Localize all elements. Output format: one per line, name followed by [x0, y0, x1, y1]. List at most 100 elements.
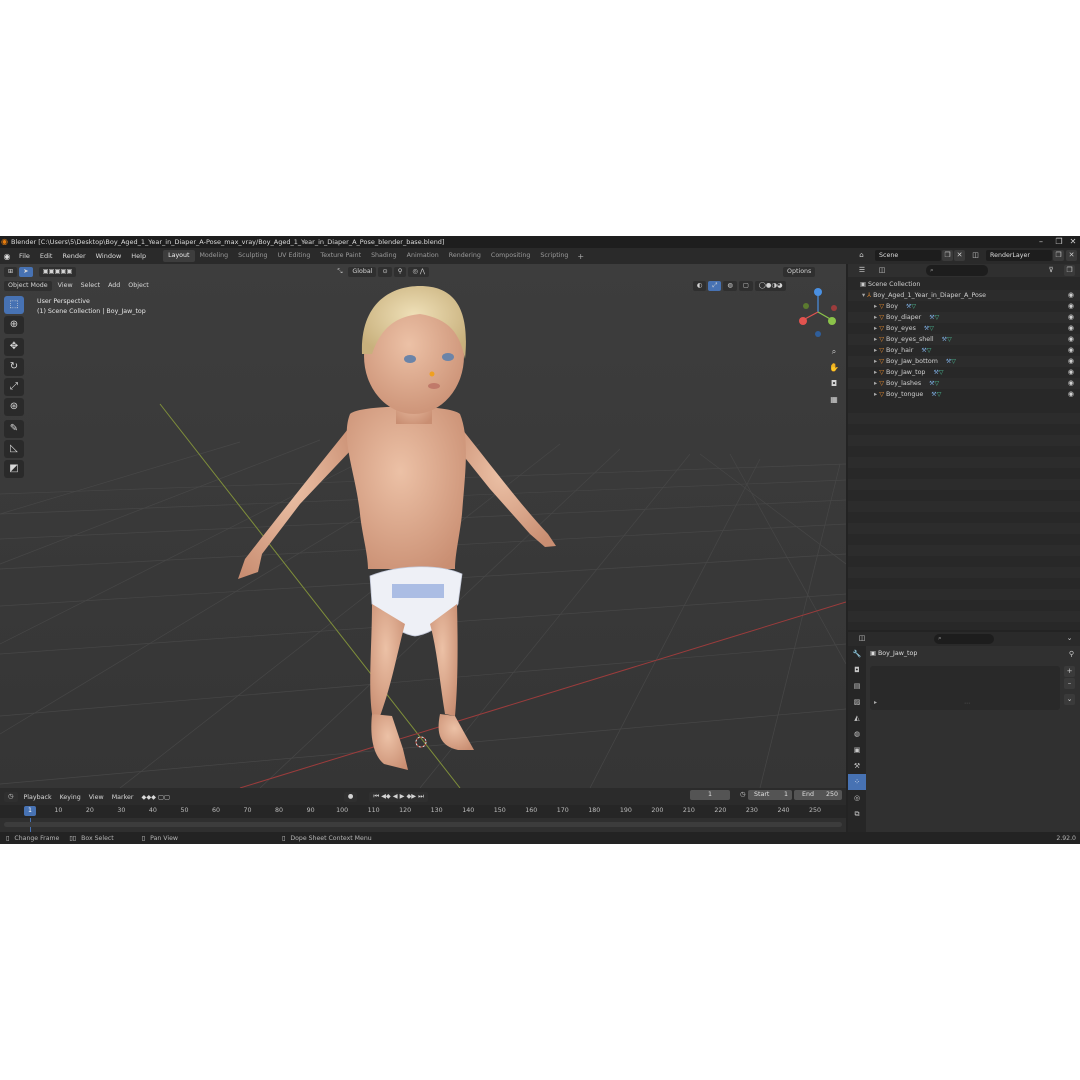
- outliner-object-row[interactable]: ▸ ▽ Boy_eyes ⚒▽ ◉: [848, 323, 1080, 334]
- pin-icon[interactable]: ⚲: [1066, 649, 1077, 660]
- menu-file[interactable]: File: [14, 248, 35, 264]
- visibility-eye-icon[interactable]: ◉: [1068, 312, 1074, 323]
- menu-help[interactable]: Help: [126, 248, 151, 264]
- menu-render[interactable]: Render: [57, 248, 90, 264]
- expand-arrow-icon[interactable]: ▸: [874, 303, 877, 310]
- shading-mode-icons[interactable]: ◯●◑◕: [754, 280, 787, 291]
- menu-marker[interactable]: Marker: [108, 794, 138, 801]
- tab-sculpting[interactable]: Sculpting: [233, 250, 272, 262]
- outliner-object-row[interactable]: ▸ ▽ Boy_hair ⚒▽ ◉: [848, 345, 1080, 356]
- keyframe-icons[interactable]: ◆◆◆ ▢▢: [137, 794, 173, 801]
- menu-select[interactable]: Select: [77, 282, 104, 289]
- expand-arrow-icon[interactable]: ▸: [874, 314, 877, 321]
- tab-animation[interactable]: Animation: [402, 250, 444, 262]
- view-layer-tab-icon[interactable]: ▨: [848, 694, 866, 710]
- visibility-eye-icon[interactable]: ◉: [1068, 356, 1074, 367]
- xray-icon[interactable]: ▢: [738, 280, 753, 291]
- modifier-tab-icon[interactable]: ⚒: [848, 758, 866, 774]
- properties-search-input[interactable]: ⌕: [934, 634, 994, 644]
- expand-arrow-icon[interactable]: ▸: [874, 391, 877, 398]
- record-icon[interactable]: ●: [343, 792, 358, 802]
- particle-systems-list[interactable]: ▸ ⋯: [870, 666, 1060, 710]
- pivot-icon[interactable]: ⊙: [378, 266, 392, 277]
- playback-controls-icons[interactable]: ⏮ ◀◆ ◀ ▶ ◆▶ ⏭: [369, 792, 428, 802]
- start-frame-field[interactable]: Start 1: [748, 790, 792, 800]
- visibility-eye-icon[interactable]: ◉: [1068, 290, 1074, 301]
- tool-tab-icon[interactable]: 🔧: [848, 646, 866, 662]
- expand-arrow-icon[interactable]: ▸: [874, 325, 877, 332]
- menu-view[interactable]: View: [54, 282, 77, 289]
- maximize-icon[interactable]: ❐: [1052, 236, 1066, 248]
- render-tab-icon[interactable]: ◘: [848, 662, 866, 678]
- delete-scene-icon[interactable]: ✕: [954, 250, 965, 261]
- scene-selector[interactable]: Scene: [875, 250, 941, 261]
- collapse-icon[interactable]: ▾: [862, 292, 865, 299]
- minimize-button[interactable]: [1029, 236, 1051, 248]
- menu-keying[interactable]: Keying: [56, 794, 85, 801]
- visibility-icon[interactable]: ◐: [692, 280, 707, 291]
- menu-edit[interactable]: Edit: [35, 248, 58, 264]
- render-layer-selector[interactable]: RenderLayer: [986, 250, 1052, 261]
- filter-icon[interactable]: ⊽: [1044, 265, 1058, 276]
- visibility-eye-icon[interactable]: ◉: [1068, 301, 1074, 312]
- select-mode-icons[interactable]: ▣▣▣▣▣: [38, 266, 77, 277]
- timeline-editor-icon[interactable]: ◷: [4, 792, 18, 802]
- visibility-eye-icon[interactable]: ◉: [1068, 345, 1074, 356]
- expand-arrow-icon[interactable]: ▸: [874, 336, 877, 343]
- object-tab-icon[interactable]: ▣: [848, 742, 866, 758]
- new-scene-icon[interactable]: ❐: [942, 250, 953, 261]
- visibility-eye-icon[interactable]: ◉: [1068, 367, 1074, 378]
- transform-orientation-icon[interactable]: ⤡: [333, 267, 346, 277]
- display-mode-icon[interactable]: ◫: [874, 265, 890, 276]
- grid-view-icon[interactable]: ▦: [828, 394, 840, 406]
- expand-icon[interactable]: ▸: [874, 699, 877, 706]
- options-dropdown[interactable]: Options: [783, 266, 816, 277]
- expand-arrow-icon[interactable]: ▸: [874, 369, 877, 376]
- outliner-object-row[interactable]: ▸ ▽ Boy_lashes ⚒▽ ◉: [848, 378, 1080, 389]
- snap-icon[interactable]: ⚲: [393, 266, 407, 277]
- outliner-parent-row[interactable]: ▾ ⅄ Boy_Aged_1_Year_in_Diaper_A_Pose ◉: [848, 290, 1080, 301]
- outliner-object-row[interactable]: ▸ ▽ Boy_Jaw_top ⚒▽ ◉: [848, 367, 1080, 378]
- zoom-icon[interactable]: ⌕: [828, 346, 840, 358]
- select-box-icon[interactable]: ⬚: [4, 296, 24, 314]
- new-collection-icon[interactable]: ❐: [1064, 265, 1075, 276]
- properties-editor-icon[interactable]: ◫: [854, 633, 870, 644]
- remove-slot-icon[interactable]: –: [1064, 678, 1075, 689]
- outliner-object-row[interactable]: ▸ ▽ Boy_Jaw_bottom ⚒▽ ◉: [848, 356, 1080, 367]
- outliner-object-row[interactable]: ▸ ▽ Boy_eyes_shell ⚒▽ ◉: [848, 334, 1080, 345]
- expand-arrow-icon[interactable]: ▸: [874, 347, 877, 354]
- rotate-icon[interactable]: ↻: [4, 358, 24, 376]
- new-layer-icon[interactable]: ❐: [1053, 250, 1064, 261]
- menu-timeline-view[interactable]: View: [85, 794, 108, 801]
- visibility-eye-icon[interactable]: ◉: [1068, 378, 1074, 389]
- viewport-scene[interactable]: [0, 264, 846, 788]
- visibility-eye-icon[interactable]: ◉: [1068, 389, 1074, 400]
- expand-arrow-icon[interactable]: ▸: [874, 380, 877, 387]
- visibility-eye-icon[interactable]: ◉: [1068, 323, 1074, 334]
- tab-shading[interactable]: Shading: [366, 250, 402, 262]
- cursor-icon[interactable]: ⊕: [4, 316, 24, 334]
- list-resize-handle[interactable]: ⋯: [964, 700, 970, 707]
- list-menu-icon[interactable]: ⌄: [1064, 694, 1075, 705]
- visibility-eye-icon[interactable]: ◉: [1068, 334, 1074, 345]
- outliner-scene-collection[interactable]: ▣ Scene Collection: [848, 279, 1080, 290]
- add-slot-icon[interactable]: +: [1064, 666, 1075, 677]
- add-workspace-icon[interactable]: +: [573, 252, 588, 261]
- outliner-object-row[interactable]: ▸ ▽ Boy_diaper ⚒▽ ◉: [848, 312, 1080, 323]
- current-frame-field[interactable]: 1: [690, 790, 730, 800]
- tab-scripting[interactable]: Scripting: [535, 250, 573, 262]
- overlay-icon[interactable]: ◍: [723, 280, 737, 291]
- tab-modeling[interactable]: Modeling: [195, 250, 234, 262]
- timeline-scrollbar[interactable]: [4, 822, 842, 827]
- scale-icon[interactable]: ⤢: [4, 378, 24, 396]
- blender-menu-icon[interactable]: ◉: [0, 252, 14, 261]
- outliner-editor-icon[interactable]: ☰: [854, 265, 870, 276]
- pan-hand-icon[interactable]: ✋: [828, 362, 840, 374]
- add-cube-icon[interactable]: ◩: [4, 460, 24, 478]
- 3d-viewport[interactable]: ⊞ ➤ ▣▣▣▣▣ ⤡ Global ⊙ ⚲ ◎ ⋀ Options Objec…: [0, 264, 846, 788]
- menu-add[interactable]: Add: [104, 282, 124, 289]
- mode-dropdown[interactable]: Object Mode: [4, 280, 52, 291]
- timeline-tracks[interactable]: [0, 818, 846, 832]
- expand-arrow-icon[interactable]: ▸: [874, 358, 877, 365]
- delete-layer-icon[interactable]: ✕: [1066, 250, 1077, 261]
